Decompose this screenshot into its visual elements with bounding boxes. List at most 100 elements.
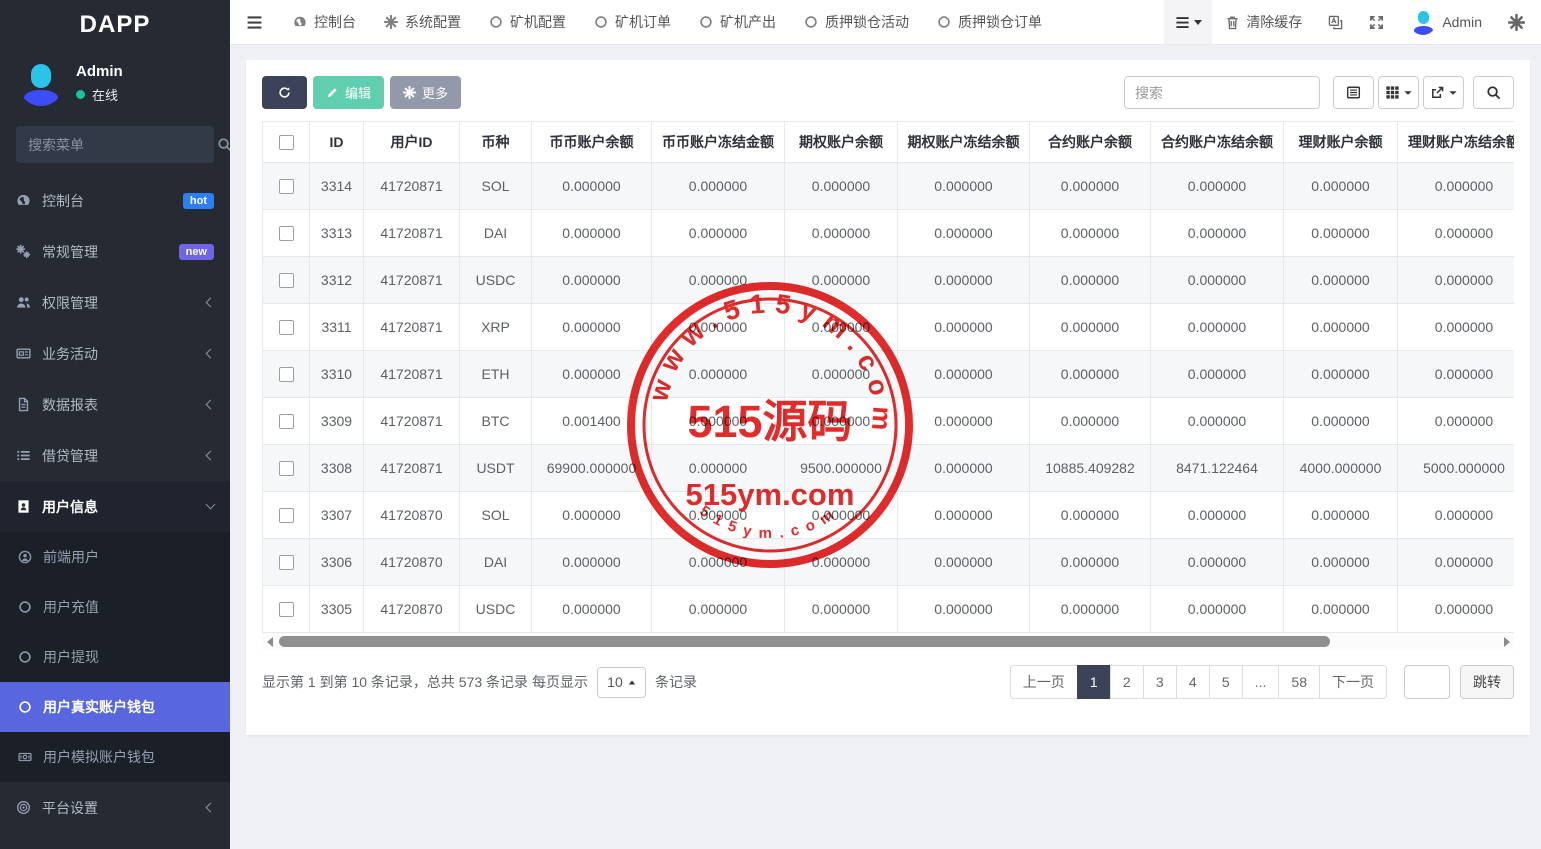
- row-checkbox[interactable]: [279, 320, 294, 335]
- sidebar-item[interactable]: 用户信息: [0, 481, 230, 532]
- select-all-checkbox[interactable]: [279, 135, 294, 150]
- page-size-select[interactable]: 10: [597, 667, 646, 698]
- table-cell: 0.000000: [898, 304, 1030, 351]
- select-all-header: [263, 122, 310, 163]
- row-select-cell: [263, 445, 310, 492]
- topnav-item[interactable]: 控制台: [279, 0, 370, 44]
- horizontal-scrollbar[interactable]: [262, 633, 1514, 650]
- circle-icon: [18, 650, 32, 664]
- table-cell: 3308: [310, 445, 364, 492]
- column-header[interactable]: 理财账户余额: [1284, 122, 1398, 163]
- topnav-item[interactable]: 系统配置: [370, 0, 475, 44]
- page-number[interactable]: 4: [1176, 665, 1210, 699]
- page-number[interactable]: 5: [1209, 665, 1243, 699]
- column-header[interactable]: ID: [310, 122, 364, 163]
- page-number[interactable]: 2: [1110, 665, 1144, 699]
- page-content: 编辑 更多 ID用户ID币种币币账户余额币币账户冻结金额期权账户余额期权账户冻结…: [230, 45, 1541, 849]
- sidebar-subitem[interactable]: 前端用户: [0, 532, 230, 582]
- row-checkbox[interactable]: [279, 461, 294, 476]
- sidebar-item[interactable]: 常规管理new: [0, 226, 230, 277]
- admin-profile-button[interactable]: Admin: [1397, 0, 1495, 44]
- page-next[interactable]: 下一页: [1319, 665, 1387, 699]
- fullscreen-button[interactable]: [1356, 0, 1397, 44]
- sidebar-item[interactable]: 平台设置: [0, 782, 230, 833]
- sidebar-item[interactable]: 控制台hot: [0, 175, 230, 226]
- table-cell: 0.000000: [785, 398, 898, 445]
- table-cell: 0.000000: [1398, 210, 1515, 257]
- column-header[interactable]: 用户ID: [364, 122, 460, 163]
- page-number[interactable]: 58: [1278, 665, 1320, 699]
- topnav-item[interactable]: 质押锁仓订单: [923, 0, 1056, 44]
- page-number[interactable]: 3: [1143, 665, 1177, 699]
- sidebar-subitem[interactable]: 用户模拟账户钱包: [0, 732, 230, 782]
- page-number[interactable]: 1: [1077, 665, 1111, 699]
- column-header[interactable]: 期权账户冻结余额: [898, 122, 1030, 163]
- sidebar-toggle-button[interactable]: [230, 0, 279, 44]
- row-checkbox[interactable]: [279, 602, 294, 617]
- row-checkbox[interactable]: [279, 226, 294, 241]
- table-cell: 0.000000: [1398, 586, 1515, 633]
- scroll-right-button[interactable]: [1499, 633, 1514, 650]
- column-header[interactable]: 期权账户余额: [785, 122, 898, 163]
- table-cell: 0.000000: [898, 445, 1030, 492]
- table-cell: 0.000000: [1030, 398, 1151, 445]
- table-search-input[interactable]: [1124, 76, 1320, 109]
- language-button[interactable]: [1315, 0, 1356, 44]
- sidebar-item[interactable]: 数据报表: [0, 379, 230, 430]
- sidebar-subitem[interactable]: 用户充值: [0, 582, 230, 632]
- export-button[interactable]: [1423, 76, 1464, 109]
- row-select-cell: [263, 210, 310, 257]
- row-checkbox[interactable]: [279, 273, 294, 288]
- trash-icon: [1225, 15, 1240, 30]
- sidebar-subitem[interactable]: 用户提现: [0, 632, 230, 682]
- sidebar-search[interactable]: [16, 126, 214, 163]
- table-cell: 0.000000: [532, 210, 652, 257]
- sidebar-item[interactable]: 借贷管理: [0, 430, 230, 481]
- pencil-icon: [326, 86, 339, 99]
- page-prev[interactable]: 上一页: [1010, 665, 1078, 699]
- sidebar-item[interactable]: 业务活动: [0, 328, 230, 379]
- page-size-value: 10: [607, 674, 623, 690]
- scrollbar-track[interactable]: [277, 633, 1499, 650]
- caret-down-icon: [1194, 20, 1202, 25]
- column-header[interactable]: 合约账户余额: [1030, 122, 1151, 163]
- row-checkbox[interactable]: [279, 179, 294, 194]
- report-icon: [16, 397, 31, 412]
- sidebar-subitem[interactable]: 用户真实账户钱包: [0, 682, 230, 732]
- detail-view-button[interactable]: [1333, 76, 1374, 109]
- topnav-item[interactable]: 质押锁仓活动: [790, 0, 923, 44]
- topnav-item[interactable]: 矿机配置: [475, 0, 580, 44]
- topnav-item[interactable]: 矿机订单: [580, 0, 685, 44]
- scrollbar-thumb[interactable]: [279, 636, 1330, 647]
- jump-page-input[interactable]: [1404, 665, 1450, 699]
- column-header[interactable]: 币币账户余额: [532, 122, 652, 163]
- row-checkbox[interactable]: [279, 367, 294, 382]
- row-checkbox[interactable]: [279, 414, 294, 429]
- jump-button[interactable]: 跳转: [1460, 665, 1514, 699]
- settings-button[interactable]: [1495, 0, 1541, 44]
- sidebar-item[interactable]: 权限管理: [0, 277, 230, 328]
- table-cell: USDC: [460, 586, 532, 633]
- column-header[interactable]: 币币账户冻结金额: [652, 122, 785, 163]
- clear-cache-button[interactable]: 清除缓存: [1212, 0, 1315, 44]
- table-cell: 0.000000: [1284, 163, 1398, 210]
- column-header[interactable]: 理财账户冻结余额: [1398, 122, 1515, 163]
- sidebar-subitem-label: 前端用户: [43, 547, 99, 567]
- sidebar-search-input[interactable]: [28, 137, 209, 153]
- more-button[interactable]: 更多: [390, 76, 461, 109]
- scroll-left-button[interactable]: [262, 633, 277, 650]
- row-checkbox[interactable]: [279, 508, 294, 523]
- columns-button[interactable]: [1378, 76, 1419, 109]
- edit-button[interactable]: 编辑: [313, 76, 384, 109]
- column-header[interactable]: 合约账户冻结余额: [1151, 122, 1284, 163]
- column-header[interactable]: 币种: [460, 122, 532, 163]
- topnav-item[interactable]: 矿机产出: [685, 0, 790, 44]
- table-cell: 0.000000: [785, 210, 898, 257]
- menu-icon: [246, 14, 263, 31]
- refresh-button[interactable]: [262, 76, 307, 109]
- row-checkbox[interactable]: [279, 555, 294, 570]
- quick-menu-dropdown[interactable]: [1164, 0, 1212, 44]
- page-ellipsis[interactable]: ...: [1242, 665, 1280, 699]
- table-cell: 41720871: [364, 351, 460, 398]
- toggle-search-button[interactable]: [1473, 76, 1514, 109]
